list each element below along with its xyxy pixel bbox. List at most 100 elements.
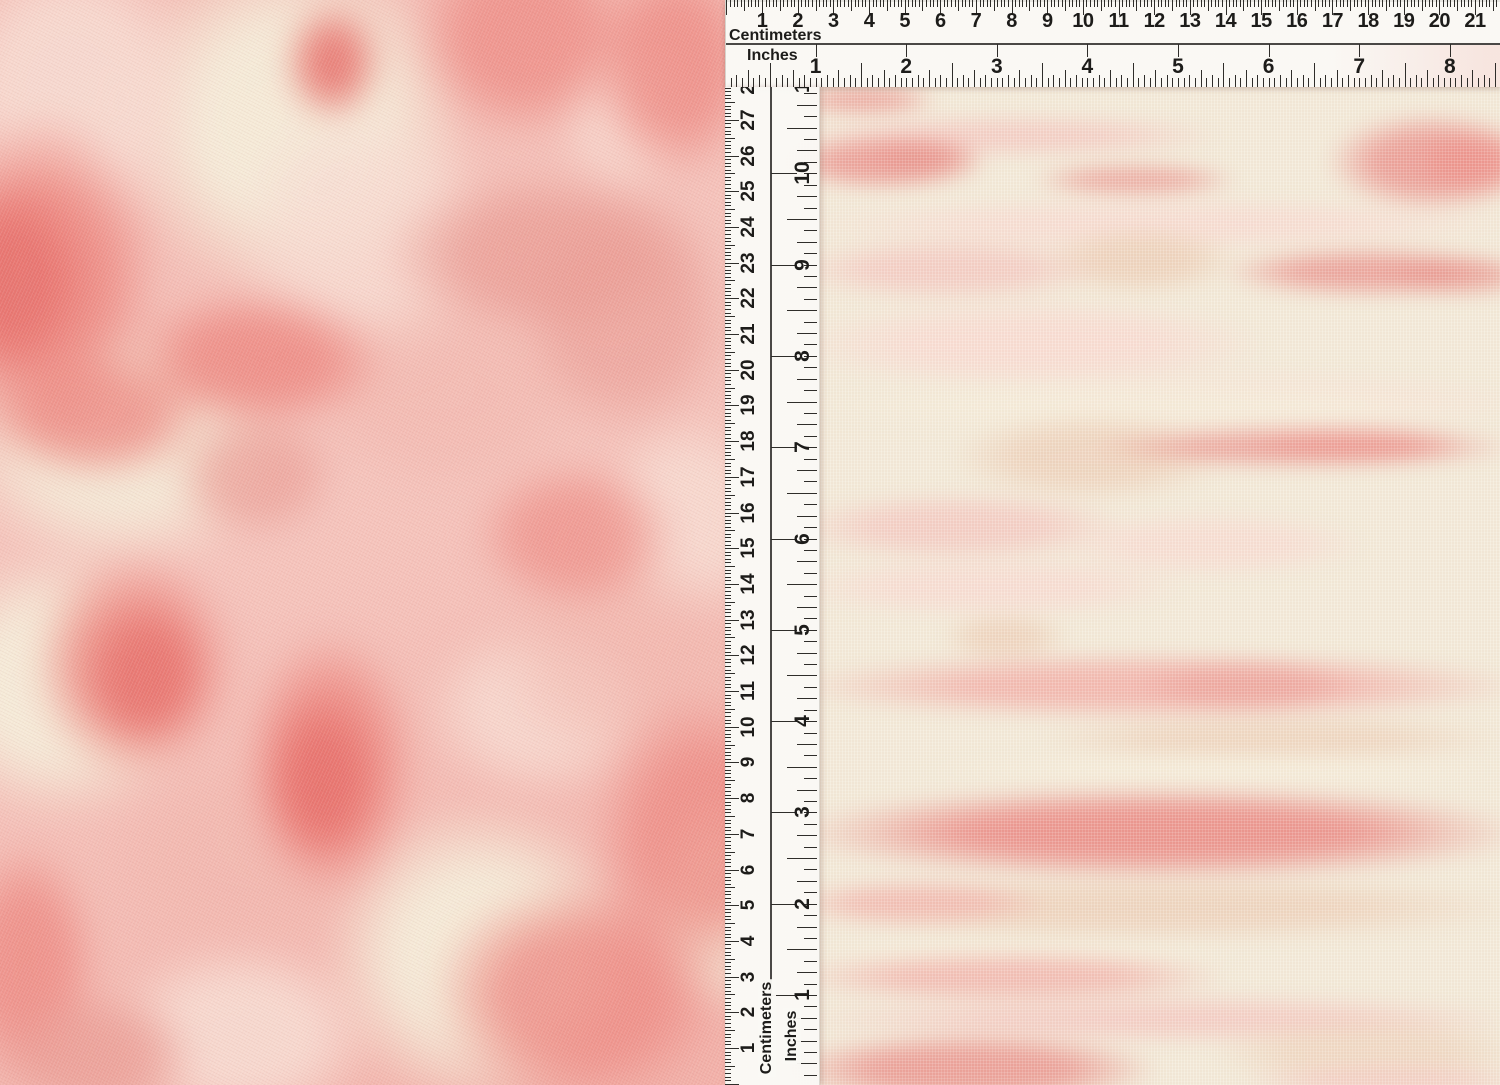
ruler-tick xyxy=(1274,78,1275,87)
ruler-tick xyxy=(1144,0,1145,7)
cm-number: 15 xyxy=(1251,10,1272,33)
ruler-tick xyxy=(804,573,817,574)
ruler-tick xyxy=(725,969,731,970)
ruler-tick xyxy=(725,1080,731,1081)
ruler-tick xyxy=(1008,75,1009,87)
ruler-tick xyxy=(725,755,731,756)
ruler-tick xyxy=(1407,0,1408,7)
ruler-tick xyxy=(725,184,731,185)
ruler-tick xyxy=(725,152,731,153)
ruler-tick xyxy=(985,75,986,87)
cm-number: 2 xyxy=(738,1007,760,1018)
ruler-tick xyxy=(1025,78,1026,87)
ruler-tick xyxy=(748,0,749,7)
ruler-tick xyxy=(725,363,731,364)
ruler-tick xyxy=(1229,0,1230,7)
ruler-tick xyxy=(725,180,731,181)
ruler-tick xyxy=(912,0,913,7)
cm-number: 8 xyxy=(738,793,760,804)
ruler-tick xyxy=(1433,78,1434,87)
ruler-tick xyxy=(804,75,805,87)
ruler-tick xyxy=(725,420,731,421)
ruler-tick xyxy=(725,812,731,813)
ruler-tick xyxy=(848,0,849,7)
ruler-tick xyxy=(744,0,745,11)
ruler-tick xyxy=(791,0,792,7)
ruler-tick xyxy=(725,673,735,674)
ruler-tick xyxy=(804,230,817,231)
ruler-tick xyxy=(1444,78,1445,87)
ruler-tick xyxy=(725,980,731,981)
cm-number: 20 xyxy=(738,359,760,380)
ruler-tick xyxy=(725,809,731,810)
ruler-tick xyxy=(725,259,731,260)
ruler-tick xyxy=(1172,0,1173,11)
ruler-tick xyxy=(725,1066,735,1067)
ruler-tick xyxy=(1348,75,1349,87)
ruler-tick xyxy=(1176,0,1177,7)
ruler-tick xyxy=(1115,0,1116,7)
ruler-tick xyxy=(776,78,777,87)
ruler-tick xyxy=(725,463,731,464)
ruler-tick xyxy=(725,370,739,371)
inch-number: 8 xyxy=(791,350,815,362)
ruler-tick xyxy=(851,0,852,11)
ruler-tick xyxy=(725,948,731,949)
inches-label-vertical: Inches xyxy=(783,1008,801,1065)
ruler-tick xyxy=(725,534,731,535)
ruler-tick xyxy=(1223,63,1224,87)
ruler-tick xyxy=(725,984,731,985)
ruler-tick xyxy=(1138,78,1139,87)
ruler-tick xyxy=(725,405,739,406)
ruler-tick xyxy=(804,596,817,597)
cm-number: 15 xyxy=(738,538,760,559)
ruler-tick xyxy=(1053,75,1054,87)
ruler-tick xyxy=(1450,78,1451,87)
ruler-tick xyxy=(725,762,739,763)
ruler-tick xyxy=(725,109,731,110)
ruler-tick xyxy=(805,0,806,7)
ruler-tick xyxy=(725,380,731,381)
cm-number: 24 xyxy=(738,216,760,237)
ruler-tick xyxy=(725,612,731,613)
ruler-tick xyxy=(958,0,959,11)
ruler-tick xyxy=(844,78,845,87)
inches-label-horizontal: Inches xyxy=(747,47,798,65)
ruler-tick xyxy=(1438,75,1439,87)
ruler-tick xyxy=(1065,70,1066,87)
ruler-tick xyxy=(926,0,927,7)
dye-patch xyxy=(1380,255,1500,297)
ruler-tick xyxy=(821,78,822,87)
ruler-tick xyxy=(793,70,794,87)
dye-patch xyxy=(1240,1062,1500,1085)
inch-number: 4 xyxy=(1082,55,1094,79)
ruler-tick xyxy=(1236,0,1237,7)
ruler-tick xyxy=(725,313,731,314)
cm-number: 23 xyxy=(738,252,760,273)
ruler-tick xyxy=(787,310,817,311)
ruler-tick xyxy=(725,234,731,235)
cm-number: 28 xyxy=(738,87,760,95)
ruler-tick xyxy=(1019,0,1020,7)
ruler-tick xyxy=(725,1005,731,1006)
ruler-tick xyxy=(1493,0,1494,11)
ruler-tick xyxy=(725,148,731,149)
ruler-tick xyxy=(1212,75,1213,87)
ruler-tick xyxy=(987,0,988,7)
ruler-tick xyxy=(865,0,866,7)
ruler-tick xyxy=(725,798,739,799)
ruler-tick xyxy=(1257,75,1258,87)
cm-number: 16 xyxy=(738,502,760,523)
ruler-tick xyxy=(725,216,731,217)
ruler-tick xyxy=(1121,75,1122,87)
ruler-tick xyxy=(889,78,890,87)
ruler-tick xyxy=(725,991,731,992)
ruler-tick xyxy=(725,377,731,378)
ruler-tick xyxy=(810,78,811,87)
ruler-tick xyxy=(797,744,817,745)
cm-number: 8 xyxy=(1006,10,1017,33)
cm-number: 19 xyxy=(738,395,760,416)
ruler-tick xyxy=(725,552,731,553)
ruler-tick xyxy=(725,284,731,285)
ruler-tick xyxy=(725,623,731,624)
